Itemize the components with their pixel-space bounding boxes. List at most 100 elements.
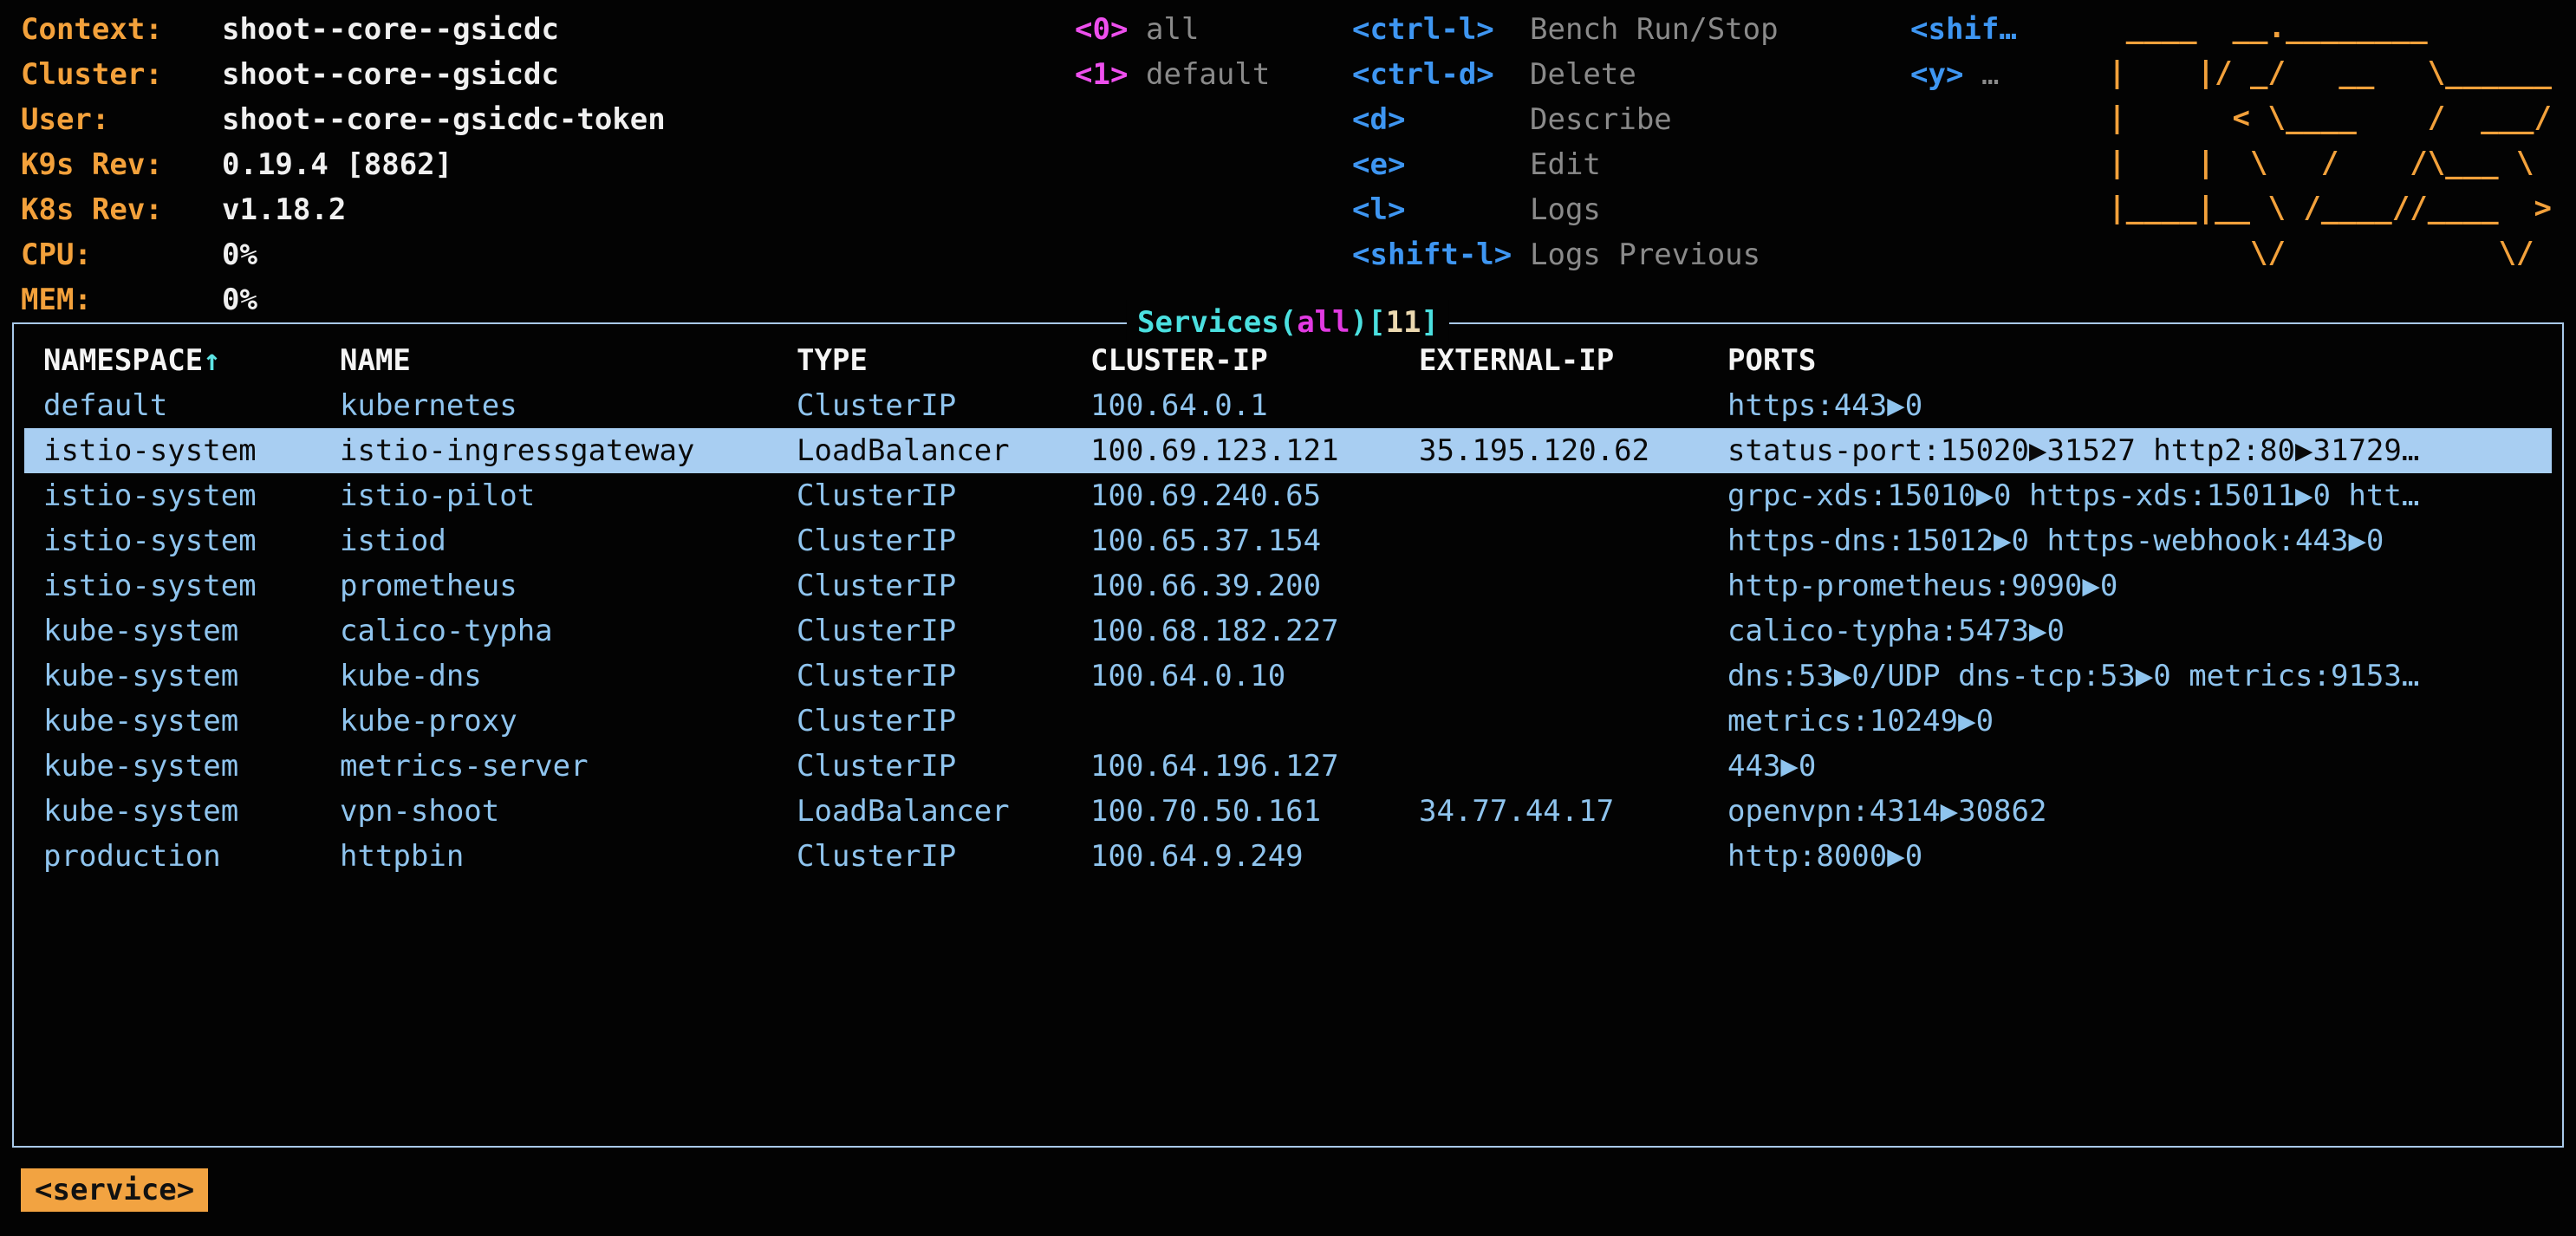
k9s-rev-line: K9s Rev:0.19.4 [8862]	[21, 142, 666, 187]
table-row-selected[interactable]: istio-system istio-ingressgateway LoadBa…	[24, 428, 2552, 473]
hotkey-describe[interactable]: <d>Describe	[1352, 97, 1779, 142]
hotkey-key-shift-l[interactable]: <shift-l>	[1352, 232, 1530, 277]
title-mid: )[	[1350, 305, 1386, 340]
cell-type: ClusterIP	[797, 563, 1090, 608]
hotkey-key-ctrl-d[interactable]: <ctrl-d>	[1352, 52, 1530, 97]
hotkey-key-e[interactable]: <e>	[1352, 142, 1530, 187]
k8s-rev-label: K8s Rev:	[21, 187, 222, 232]
cluster-label: Cluster:	[21, 52, 222, 97]
cell-namespace: istio-system	[43, 428, 340, 473]
cell-namespace: istio-system	[43, 563, 340, 608]
cell-type: ClusterIP	[797, 744, 1090, 789]
cell-cluster-ip: 100.65.37.154	[1090, 518, 1419, 563]
hotkey-delete[interactable]: <ctrl-d>Delete	[1352, 52, 1779, 97]
table-row[interactable]: default kubernetes ClusterIP 100.64.0.1 …	[24, 383, 2552, 428]
hotkey-key-y[interactable]: <y>	[1910, 52, 1981, 97]
cell-cluster-ip: 100.70.50.161	[1090, 789, 1419, 834]
truncated-hotkeys: <shif… <y>…	[1910, 7, 2017, 97]
hotkey-shif-truncated[interactable]: <shif…	[1910, 7, 2017, 52]
cell-namespace: kube-system	[43, 608, 340, 654]
table-title: Services(all)[11]	[1127, 300, 1449, 345]
k9s-terminal: Context:shoot--core--gsicdc Cluster:shoo…	[0, 0, 2576, 1236]
cell-ports: calico-typha:5473▶0	[1727, 608, 2552, 654]
cell-type: ClusterIP	[797, 473, 1090, 518]
breadcrumb-service[interactable]: <service>	[21, 1168, 208, 1212]
column-header-external-ip[interactable]: EXTERNAL-IP	[1419, 338, 1727, 383]
column-header-type[interactable]: TYPE	[797, 338, 1090, 383]
table-row[interactable]: kube-system kube-dns ClusterIP 100.64.0.…	[24, 654, 2552, 699]
cell-external-ip	[1419, 383, 1727, 428]
namespace-label-default: default	[1146, 57, 1270, 92]
hotkey-bench[interactable]: <ctrl-l>Bench Run/Stop	[1352, 7, 1779, 52]
cell-name: kube-dns	[340, 654, 797, 699]
cpu-line: CPU:0%	[21, 232, 666, 277]
cell-ports: https:443▶0	[1727, 383, 2552, 428]
user-line: User:shoot--core--gsicdc-token	[21, 97, 666, 142]
table-row[interactable]: istio-system istio-pilot ClusterIP 100.6…	[24, 473, 2552, 518]
logo-line: | |/ _/ __ \______	[2108, 50, 2552, 95]
cell-external-ip	[1419, 518, 1727, 563]
hotkey-y-truncated[interactable]: <y>…	[1910, 52, 2017, 97]
cell-ports: http-prometheus:9090▶0	[1727, 563, 2552, 608]
cell-namespace: istio-system	[43, 518, 340, 563]
namespace-key-0[interactable]: <0>	[1075, 7, 1146, 52]
table-row[interactable]: istio-system prometheus ClusterIP 100.66…	[24, 563, 2552, 608]
hotkey-logs[interactable]: <l>Logs	[1352, 187, 1779, 232]
table-row[interactable]: kube-system vpn-shoot LoadBalancer 100.7…	[24, 789, 2552, 834]
column-header-name[interactable]: NAME	[340, 338, 797, 383]
hotkey-label-edit: Edit	[1530, 147, 1601, 182]
table-row[interactable]: kube-system calico-typha ClusterIP 100.6…	[24, 608, 2552, 654]
context-line: Context:shoot--core--gsicdc	[21, 7, 666, 52]
cell-name: calico-typha	[340, 608, 797, 654]
table-row[interactable]: kube-system metrics-server ClusterIP 100…	[24, 744, 2552, 789]
table-row[interactable]: kube-system kube-proxy ClusterIP metrics…	[24, 699, 2552, 744]
cell-ports: openvpn:4314▶30862	[1727, 789, 2552, 834]
column-header-namespace[interactable]: NAMESPACE↑	[43, 338, 340, 383]
cell-external-ip	[1419, 563, 1727, 608]
cell-namespace: istio-system	[43, 473, 340, 518]
namespace-shortcut-all[interactable]: <0>all	[1075, 7, 1270, 52]
cell-name: kube-proxy	[340, 699, 797, 744]
hotkey-label-logs-previous: Logs Previous	[1530, 237, 1760, 272]
cell-external-ip	[1419, 608, 1727, 654]
hotkey-key-l[interactable]: <l>	[1352, 187, 1530, 232]
cell-external-ip	[1419, 834, 1727, 879]
cell-external-ip	[1419, 744, 1727, 789]
cell-type: LoadBalancer	[797, 789, 1090, 834]
namespace-key-1[interactable]: <1>	[1075, 52, 1146, 97]
cell-ports: dns:53▶0/UDP dns-tcp:53▶0 metrics:9153…	[1727, 654, 2552, 699]
table-body: NAMESPACE↑ NAME TYPE CLUSTER-IP EXTERNAL…	[14, 324, 2562, 879]
cell-cluster-ip: 100.69.240.65	[1090, 473, 1419, 518]
cell-ports: https-dns:15012▶0 https-webhook:443▶0	[1727, 518, 2552, 563]
cell-cluster-ip	[1090, 699, 1419, 744]
column-header-ports[interactable]: PORTS	[1727, 338, 2552, 383]
context-label: Context:	[21, 7, 222, 52]
hotkey-logs-previous[interactable]: <shift-l>Logs Previous	[1352, 232, 1779, 277]
hotkey-label-delete: Delete	[1530, 57, 1636, 92]
namespace-shortcut-default[interactable]: <1>default	[1075, 52, 1270, 97]
cell-cluster-ip: 100.69.123.121	[1090, 428, 1419, 473]
cell-cluster-ip: 100.64.196.127	[1090, 744, 1419, 789]
hotkey-edit[interactable]: <e>Edit	[1352, 142, 1779, 187]
hotkey-key-shif[interactable]: <shif…	[1910, 7, 2017, 52]
title-suffix: ]	[1421, 305, 1439, 340]
context-value: shoot--core--gsicdc	[222, 12, 559, 47]
table-row[interactable]: production httpbin ClusterIP 100.64.9.24…	[24, 834, 2552, 879]
cell-type: ClusterIP	[797, 383, 1090, 428]
k8s-rev-line: K8s Rev:v1.18.2	[21, 187, 666, 232]
logo-line: | | \ / /\___ \	[2108, 140, 2552, 185]
cell-type: LoadBalancer	[797, 428, 1090, 473]
mem-line: MEM:0%	[21, 277, 666, 322]
cell-ports: status-port:15020▶31527 http2:80▶31729…	[1727, 428, 2552, 473]
cell-external-ip	[1419, 699, 1727, 744]
cell-ports: metrics:10249▶0	[1727, 699, 2552, 744]
cell-name: prometheus	[340, 563, 797, 608]
table-row[interactable]: istio-system istiod ClusterIP 100.65.37.…	[24, 518, 2552, 563]
hotkey-key-d[interactable]: <d>	[1352, 97, 1530, 142]
hotkey-key-ctrl-l[interactable]: <ctrl-l>	[1352, 7, 1530, 52]
cell-name: httpbin	[340, 834, 797, 879]
k8s-rev-value: v1.18.2	[222, 192, 346, 227]
namespace-shortcuts: <0>all <1>default	[1075, 7, 1270, 97]
cell-name: istiod	[340, 518, 797, 563]
hotkey-label-logs: Logs	[1530, 192, 1601, 227]
